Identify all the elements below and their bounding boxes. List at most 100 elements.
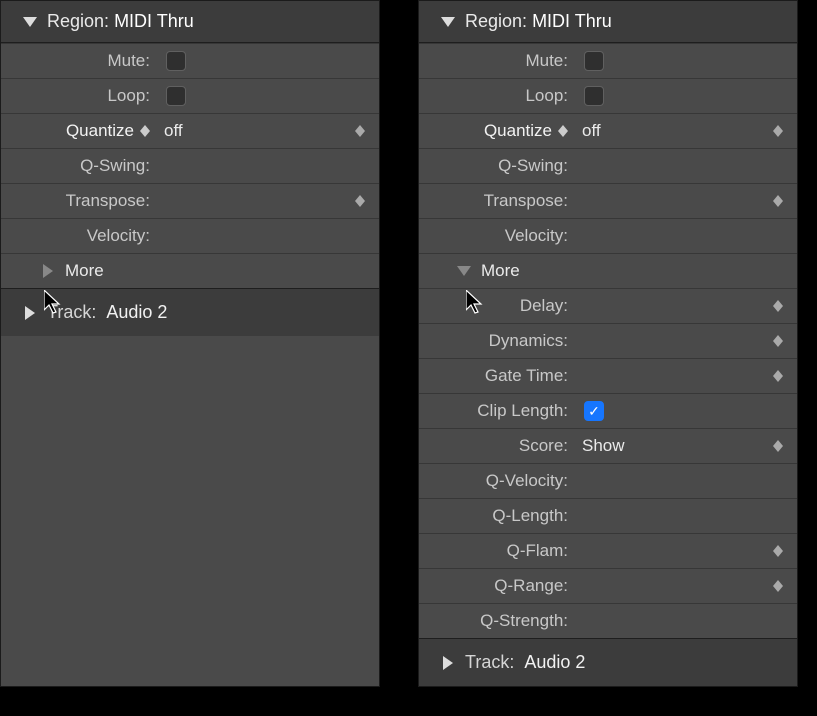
mute-row: Mute: (1, 43, 379, 78)
loop-label: Loop: (1, 86, 156, 106)
loop-row: Loop: (419, 78, 797, 113)
quantize-value[interactable]: off (574, 114, 787, 148)
region-name: MIDI Thru (114, 11, 194, 32)
qswing-label: Q-Swing: (1, 156, 156, 176)
qflam-label: Q-Flam: (419, 541, 574, 561)
score-row: Score: Show (419, 428, 797, 463)
disclosure-triangle-down-icon[interactable] (439, 17, 457, 27)
disclosure-triangle-right-icon[interactable] (439, 656, 457, 670)
quantize-label[interactable]: Quantize (1, 121, 156, 141)
region-header[interactable]: Region: MIDI Thru (419, 1, 797, 43)
region-label: Region: (47, 11, 109, 32)
quantize-row: Quantize off (419, 113, 797, 148)
transpose-label: Transpose: (1, 191, 156, 211)
qrange-row: Q-Range: (419, 568, 797, 603)
stepper-icon[interactable] (773, 545, 783, 557)
track-header[interactable]: Track: Audio 2 (419, 638, 797, 686)
stepper-icon[interactable] (773, 300, 783, 312)
quantize-value[interactable]: off (156, 114, 369, 148)
track-label: Track: (465, 652, 514, 673)
disclosure-triangle-right-icon[interactable] (39, 264, 57, 278)
region-label: Region: (465, 11, 527, 32)
qlength-label: Q-Length: (419, 506, 574, 526)
loop-label: Loop: (419, 86, 574, 106)
region-header[interactable]: Region: MIDI Thru (1, 1, 379, 43)
velocity-label: Velocity: (1, 226, 156, 246)
transpose-row: Transpose: (419, 183, 797, 218)
quantize-label[interactable]: Quantize (419, 121, 574, 141)
velocity-label: Velocity: (419, 226, 574, 246)
qstrength-label: Q-Strength: (419, 611, 574, 631)
score-value[interactable]: Show (574, 429, 787, 463)
qrange-value[interactable] (574, 569, 787, 603)
stepper-icon[interactable] (773, 370, 783, 382)
cliplength-label: Clip Length: (419, 401, 574, 421)
track-value: Audio 2 (524, 652, 585, 673)
dynamics-label: Dynamics: (419, 331, 574, 351)
qvelocity-value[interactable] (574, 464, 787, 498)
stepper-icon[interactable] (773, 335, 783, 347)
qvelocity-label: Q-Velocity: (419, 471, 574, 491)
qrange-label: Q-Range: (419, 576, 574, 596)
mute-label: Mute: (1, 51, 156, 71)
velocity-value[interactable] (156, 219, 369, 253)
stepper-icon[interactable] (773, 125, 783, 137)
gatetime-label: Gate Time: (419, 366, 574, 386)
more-toggle[interactable]: More (1, 253, 379, 288)
loop-row: Loop: (1, 78, 379, 113)
cliplength-row: Clip Length: ✓ (419, 393, 797, 428)
delay-label: Delay: (419, 296, 574, 316)
mute-checkbox[interactable] (584, 51, 604, 71)
disclosure-triangle-down-icon[interactable] (21, 17, 39, 27)
sort-icon[interactable] (140, 125, 150, 137)
velocity-value[interactable] (574, 219, 787, 253)
stepper-icon[interactable] (773, 580, 783, 592)
transpose-label: Transpose: (419, 191, 574, 211)
qlength-row: Q-Length: (419, 498, 797, 533)
stepper-icon[interactable] (355, 195, 365, 207)
delay-row: Delay: (419, 288, 797, 323)
delay-value[interactable] (574, 289, 787, 323)
score-label: Score: (419, 436, 574, 456)
qflam-row: Q-Flam: (419, 533, 797, 568)
cliplength-checkbox[interactable]: ✓ (584, 401, 604, 421)
disclosure-triangle-right-icon[interactable] (21, 306, 39, 320)
qlength-value[interactable] (574, 499, 787, 533)
gatetime-value[interactable] (574, 359, 787, 393)
qflam-value[interactable] (574, 534, 787, 568)
track-label: Track: (47, 302, 96, 323)
disclosure-triangle-down-icon[interactable] (455, 266, 473, 276)
track-header[interactable]: Track: Audio 2 (1, 288, 379, 336)
mute-label: Mute: (419, 51, 574, 71)
more-label: More (481, 261, 520, 281)
track-value: Audio 2 (106, 302, 167, 323)
more-label: More (65, 261, 104, 281)
stepper-icon[interactable] (773, 440, 783, 452)
region-inspector-collapsed: Region: MIDI Thru Mute: Loop: Quantize o… (0, 0, 380, 687)
transpose-value[interactable] (574, 184, 787, 218)
transpose-value[interactable] (156, 184, 369, 218)
velocity-row: Velocity: (419, 218, 797, 253)
qswing-row: Q-Swing: (419, 148, 797, 183)
transpose-row: Transpose: (1, 183, 379, 218)
dynamics-value[interactable] (574, 324, 787, 358)
loop-checkbox[interactable] (166, 86, 186, 106)
dynamics-row: Dynamics: (419, 323, 797, 358)
sort-icon[interactable] (558, 125, 568, 137)
qvelocity-row: Q-Velocity: (419, 463, 797, 498)
more-toggle[interactable]: More (419, 253, 797, 288)
quantize-row: Quantize off (1, 113, 379, 148)
qswing-value[interactable] (156, 149, 369, 183)
stepper-icon[interactable] (773, 195, 783, 207)
region-name: MIDI Thru (532, 11, 612, 32)
qswing-label: Q-Swing: (419, 156, 574, 176)
qstrength-row: Q-Strength: (419, 603, 797, 638)
qstrength-value[interactable] (574, 604, 787, 638)
stepper-icon[interactable] (355, 125, 365, 137)
velocity-row: Velocity: (1, 218, 379, 253)
qswing-value[interactable] (574, 149, 787, 183)
mute-row: Mute: (419, 43, 797, 78)
loop-checkbox[interactable] (584, 86, 604, 106)
mute-checkbox[interactable] (166, 51, 186, 71)
region-inspector-expanded: Region: MIDI Thru Mute: Loop: Quantize o… (418, 0, 798, 687)
